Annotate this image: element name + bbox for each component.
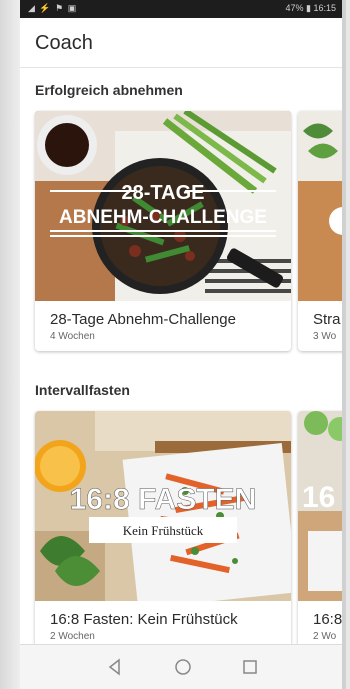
device-edge-left (0, 0, 20, 689)
food-photo-plate: 16:8 FASTEN Kein Frühstück (35, 411, 291, 601)
card-partial-stra[interactable]: Stra 3 Wo (298, 111, 346, 351)
card-duration: 3 Wo (313, 331, 337, 342)
status-icons: ◢ ⚡ ⚑ ▣ (28, 3, 78, 13)
card-title: 28-Tage Abnehm-Challenge (50, 311, 236, 328)
overlay-line1: 16 (302, 481, 335, 514)
card-duration: 4 Wochen (50, 331, 95, 342)
food-photo-board (298, 111, 346, 301)
app-bar: Coach (20, 18, 346, 68)
section-title-erfolgreich-abnehmen: Erfolgreich abnehmen (35, 82, 183, 98)
system-nav-bar (20, 644, 346, 689)
overlay-line2: ABNEHM-CHALLENGE (59, 207, 267, 228)
card-partial-16-8[interactable]: 16 16:8 2 Wo (298, 411, 346, 651)
phone-screen: ◢ ⚡ ⚑ ▣ 47% ▮ 16:15 Coach Erfolgreich ab… (20, 0, 346, 689)
card-title: 16:8 (313, 611, 343, 628)
overlay-line1: 16:8 FASTEN (70, 483, 257, 516)
overlay-line2: Kein Frühstück (123, 523, 204, 538)
card-image-28-tage: 28-TAGE ABNEHM-CHALLENGE (35, 111, 291, 301)
food-photo-skillet: 28-TAGE ABNEHM-CHALLENGE (35, 111, 291, 301)
status-bar: ◢ ⚡ ⚑ ▣ 47% ▮ 16:15 (20, 0, 346, 18)
overlay-line1: 28-TAGE (122, 182, 205, 204)
home-icon[interactable] (173, 657, 193, 677)
food-photo-cucumber: 16 (298, 411, 346, 601)
card-image-16-8: 16:8 FASTEN Kein Frühstück (35, 411, 291, 601)
card-title: Stra (313, 311, 341, 328)
card-image-16-8-partial: 16 (298, 411, 346, 601)
card-16-8-fasten[interactable]: 16:8 FASTEN Kein Frühstück 16:8 Fasten: … (35, 411, 291, 651)
device-edge-right (342, 0, 346, 689)
card-image-stra (298, 111, 346, 301)
back-icon[interactable] (105, 657, 125, 677)
card-duration: 2 Wo (313, 631, 337, 642)
card-28-tage-challenge[interactable]: 28-TAGE ABNEHM-CHALLENGE 28-Tage Abnehm-… (35, 111, 291, 351)
recents-icon[interactable] (240, 657, 260, 677)
status-battery-time: 47% ▮ 16:15 (285, 3, 337, 13)
card-title: 16:8 Fasten: Kein Frühstück (50, 611, 238, 628)
page-title: Coach (35, 32, 93, 54)
section-title-intervallfasten: Intervallfasten (35, 382, 130, 398)
card-duration: 2 Wochen (50, 631, 95, 642)
